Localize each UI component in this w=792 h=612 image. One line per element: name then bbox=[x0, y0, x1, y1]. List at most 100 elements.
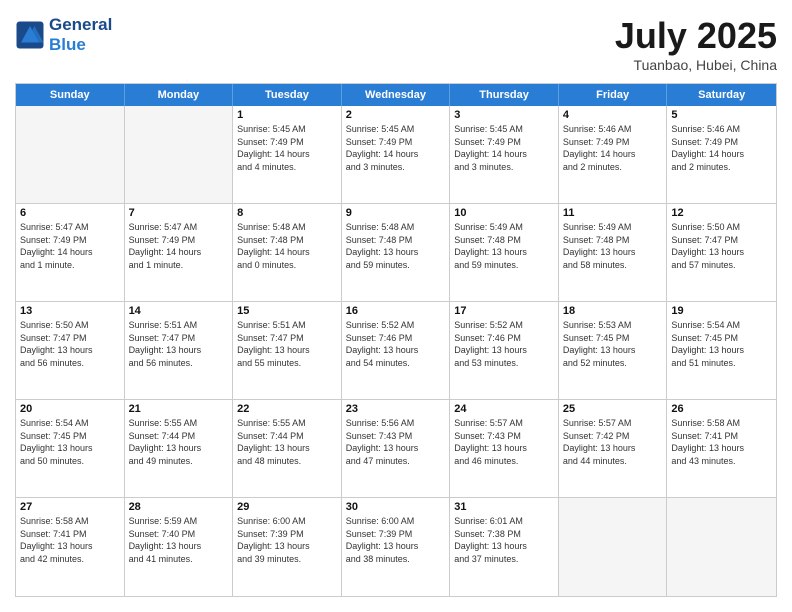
calendar-cell: 16 Sunrise: 5:52 AM Sunset: 7:46 PM Dayli… bbox=[342, 302, 451, 399]
calendar-cell: 18Sunrise: 5:53 AM Sunset: 7:45 PM Dayli… bbox=[559, 302, 668, 399]
cell-info: Sunrise: 5:48 AM Sunset: 7:48 PM Dayligh… bbox=[346, 221, 446, 271]
header: General Blue July 2025 Tuanbao, Hubei, C… bbox=[15, 15, 777, 73]
day-number: 13 bbox=[20, 305, 120, 317]
calendar-row-5: 27 Sunrise: 5:58 AM Sunset: 7:41 PM Dayli… bbox=[16, 498, 776, 596]
day-number: 20 bbox=[20, 403, 120, 415]
logo-icon bbox=[15, 20, 45, 50]
header-day-saturday: Saturday bbox=[667, 84, 776, 106]
subtitle: Tuanbao, Hubei, China bbox=[615, 57, 777, 73]
day-number: 1 bbox=[237, 109, 337, 121]
calendar-cell: 20 Sunrise: 5:54 AM Sunset: 7:45 PM Dayli… bbox=[16, 400, 125, 497]
cell-info: Sunrise: 5:50 AM Sunset: 7:47 PM Dayligh… bbox=[20, 319, 120, 369]
calendar-cell: 2 Sunrise: 5:45 AM Sunset: 7:49 PM Daylig… bbox=[342, 106, 451, 203]
cell-info: Sunrise: 5:55 AM Sunset: 7:44 PM Dayligh… bbox=[129, 417, 229, 467]
day-number: 3 bbox=[454, 109, 554, 121]
cell-info: Sunrise: 5:45 AM Sunset: 7:49 PM Dayligh… bbox=[454, 123, 554, 173]
calendar-cell bbox=[16, 106, 125, 203]
cell-info: Sunrise: 5:52 AM Sunset: 7:46 PM Dayligh… bbox=[454, 319, 554, 369]
calendar-cell: 7 Sunrise: 5:47 AM Sunset: 7:49 PM Daylig… bbox=[125, 204, 234, 301]
calendar-cell bbox=[559, 498, 668, 596]
page: General Blue July 2025 Tuanbao, Hubei, C… bbox=[0, 0, 792, 612]
day-number: 7 bbox=[129, 207, 229, 219]
calendar-cell: 8 Sunrise: 5:48 AM Sunset: 7:48 PM Daylig… bbox=[233, 204, 342, 301]
logo: General Blue bbox=[15, 15, 112, 55]
cell-info: Sunrise: 5:57 AM Sunset: 7:42 PM Dayligh… bbox=[563, 417, 663, 467]
header-day-friday: Friday bbox=[559, 84, 668, 106]
calendar-cell: 24Sunrise: 5:57 AM Sunset: 7:43 PM Dayli… bbox=[450, 400, 559, 497]
cell-info: Sunrise: 5:58 AM Sunset: 7:41 PM Dayligh… bbox=[671, 417, 772, 467]
day-number: 16 bbox=[346, 305, 446, 317]
header-day-tuesday: Tuesday bbox=[233, 84, 342, 106]
day-number: 22 bbox=[237, 403, 337, 415]
header-day-wednesday: Wednesday bbox=[342, 84, 451, 106]
day-number: 9 bbox=[346, 207, 446, 219]
cell-info: Sunrise: 5:49 AM Sunset: 7:48 PM Dayligh… bbox=[454, 221, 554, 271]
calendar-cell: 15 Sunrise: 5:51 AM Sunset: 7:47 PM Dayli… bbox=[233, 302, 342, 399]
cell-info: Sunrise: 5:59 AM Sunset: 7:40 PM Dayligh… bbox=[129, 515, 229, 565]
header-day-sunday: Sunday bbox=[16, 84, 125, 106]
cell-info: Sunrise: 5:47 AM Sunset: 7:49 PM Dayligh… bbox=[20, 221, 120, 271]
day-number: 21 bbox=[129, 403, 229, 415]
calendar-cell: 10Sunrise: 5:49 AM Sunset: 7:48 PM Dayli… bbox=[450, 204, 559, 301]
calendar-cell bbox=[125, 106, 234, 203]
day-number: 27 bbox=[20, 501, 120, 513]
cell-info: Sunrise: 5:51 AM Sunset: 7:47 PM Dayligh… bbox=[237, 319, 337, 369]
day-number: 4 bbox=[563, 109, 663, 121]
cell-info: Sunrise: 5:48 AM Sunset: 7:48 PM Dayligh… bbox=[237, 221, 337, 271]
day-number: 26 bbox=[671, 403, 772, 415]
day-number: 14 bbox=[129, 305, 229, 317]
day-number: 11 bbox=[563, 207, 663, 219]
calendar-cell: 6 Sunrise: 5:47 AM Sunset: 7:49 PM Daylig… bbox=[16, 204, 125, 301]
day-number: 25 bbox=[563, 403, 663, 415]
day-number: 17 bbox=[454, 305, 554, 317]
calendar-cell: 29 Sunrise: 6:00 AM Sunset: 7:39 PM Dayli… bbox=[233, 498, 342, 596]
calendar-cell: 1 Sunrise: 5:45 AM Sunset: 7:49 PM Daylig… bbox=[233, 106, 342, 203]
calendar-row-4: 20 Sunrise: 5:54 AM Sunset: 7:45 PM Dayli… bbox=[16, 400, 776, 498]
calendar-cell: 22Sunrise: 5:55 AM Sunset: 7:44 PM Dayli… bbox=[233, 400, 342, 497]
calendar-cell: 13 Sunrise: 5:50 AM Sunset: 7:47 PM Dayli… bbox=[16, 302, 125, 399]
day-number: 2 bbox=[346, 109, 446, 121]
cell-info: Sunrise: 5:52 AM Sunset: 7:46 PM Dayligh… bbox=[346, 319, 446, 369]
day-number: 31 bbox=[454, 501, 554, 513]
day-number: 15 bbox=[237, 305, 337, 317]
month-title: July 2025 bbox=[615, 15, 777, 57]
calendar-cell: 12Sunrise: 5:50 AM Sunset: 7:47 PM Dayli… bbox=[667, 204, 776, 301]
header-day-monday: Monday bbox=[125, 84, 234, 106]
cell-info: Sunrise: 5:45 AM Sunset: 7:49 PM Dayligh… bbox=[237, 123, 337, 173]
calendar-cell: 3 Sunrise: 5:45 AM Sunset: 7:49 PM Daylig… bbox=[450, 106, 559, 203]
cell-info: Sunrise: 5:49 AM Sunset: 7:48 PM Dayligh… bbox=[563, 221, 663, 271]
cell-info: Sunrise: 5:46 AM Sunset: 7:49 PM Dayligh… bbox=[563, 123, 663, 173]
cell-info: Sunrise: 5:51 AM Sunset: 7:47 PM Dayligh… bbox=[129, 319, 229, 369]
calendar-row-1: 1 Sunrise: 5:45 AM Sunset: 7:49 PM Daylig… bbox=[16, 106, 776, 204]
calendar-cell: 23Sunrise: 5:56 AM Sunset: 7:43 PM Dayli… bbox=[342, 400, 451, 497]
calendar: SundayMondayTuesdayWednesdayThursdayFrid… bbox=[15, 83, 777, 597]
day-number: 5 bbox=[671, 109, 772, 121]
day-number: 8 bbox=[237, 207, 337, 219]
day-number: 23 bbox=[346, 403, 446, 415]
calendar-cell: 9 Sunrise: 5:48 AM Sunset: 7:48 PM Daylig… bbox=[342, 204, 451, 301]
cell-info: Sunrise: 5:46 AM Sunset: 7:49 PM Dayligh… bbox=[671, 123, 772, 173]
calendar-cell: 14 Sunrise: 5:51 AM Sunset: 7:47 PM Dayli… bbox=[125, 302, 234, 399]
day-number: 6 bbox=[20, 207, 120, 219]
cell-info: Sunrise: 6:00 AM Sunset: 7:39 PM Dayligh… bbox=[237, 515, 337, 565]
calendar-cell: 21 Sunrise: 5:55 AM Sunset: 7:44 PM Dayli… bbox=[125, 400, 234, 497]
cell-info: Sunrise: 5:54 AM Sunset: 7:45 PM Dayligh… bbox=[20, 417, 120, 467]
cell-info: Sunrise: 6:00 AM Sunset: 7:39 PM Dayligh… bbox=[346, 515, 446, 565]
day-number: 29 bbox=[237, 501, 337, 513]
cell-info: Sunrise: 5:53 AM Sunset: 7:45 PM Dayligh… bbox=[563, 319, 663, 369]
cell-info: Sunrise: 5:45 AM Sunset: 7:49 PM Dayligh… bbox=[346, 123, 446, 173]
day-number: 30 bbox=[346, 501, 446, 513]
calendar-cell: 28 Sunrise: 5:59 AM Sunset: 7:40 PM Dayli… bbox=[125, 498, 234, 596]
calendar-cell: 25 Sunrise: 5:57 AM Sunset: 7:42 PM Dayli… bbox=[559, 400, 668, 497]
calendar-cell bbox=[667, 498, 776, 596]
cell-info: Sunrise: 5:47 AM Sunset: 7:49 PM Dayligh… bbox=[129, 221, 229, 271]
calendar-cell: 26 Sunrise: 5:58 AM Sunset: 7:41 PM Dayli… bbox=[667, 400, 776, 497]
day-number: 28 bbox=[129, 501, 229, 513]
calendar-cell: 5 Sunrise: 5:46 AM Sunset: 7:49 PM Daylig… bbox=[667, 106, 776, 203]
calendar-cell: 31Sunrise: 6:01 AM Sunset: 7:38 PM Dayli… bbox=[450, 498, 559, 596]
cell-info: Sunrise: 5:58 AM Sunset: 7:41 PM Dayligh… bbox=[20, 515, 120, 565]
day-number: 19 bbox=[671, 305, 772, 317]
calendar-header: SundayMondayTuesdayWednesdayThursdayFrid… bbox=[16, 84, 776, 106]
calendar-body: 1 Sunrise: 5:45 AM Sunset: 7:49 PM Daylig… bbox=[16, 106, 776, 596]
calendar-row-3: 13 Sunrise: 5:50 AM Sunset: 7:47 PM Dayli… bbox=[16, 302, 776, 400]
